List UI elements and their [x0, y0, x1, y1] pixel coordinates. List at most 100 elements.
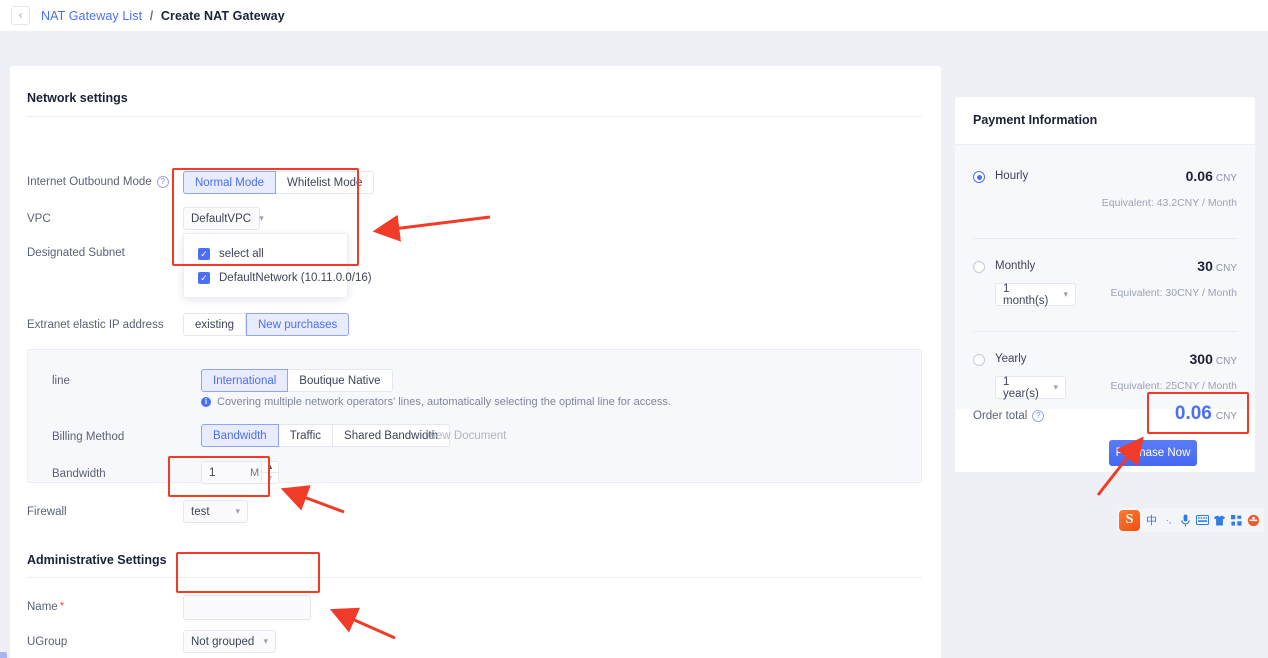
breadcrumb-current: Create NAT Gateway — [160, 8, 285, 23]
info-icon: i — [201, 397, 211, 407]
order-total-label: Order total? — [973, 410, 1045, 422]
breadcrumb-separator: / — [149, 8, 154, 23]
firewall-select[interactable]: test ▾ — [183, 500, 248, 523]
name-label: Name * — [27, 601, 65, 613]
keyboard-icon[interactable] — [1194, 510, 1211, 530]
apps-icon[interactable] — [1228, 510, 1245, 530]
chevron-left-icon: ‹ — [18, 9, 23, 21]
caret-up-icon[interactable]: ▲ — [262, 462, 278, 472]
apps-glyph — [1231, 514, 1242, 526]
microphone-icon[interactable] — [1177, 510, 1194, 530]
divider — [973, 238, 1237, 239]
plan-price: 0.06 CNY — [1186, 168, 1237, 186]
eip-tabs: existing New purchases — [183, 313, 350, 336]
monthly-duration-select[interactable]: 1 month(s) ▾ — [995, 282, 1076, 307]
plan-name: Monthly — [995, 260, 1036, 272]
radio-hourly[interactable] — [973, 171, 985, 183]
payment-card: Payment Information Hourly 0.06 CNY Equiv… — [955, 97, 1255, 472]
name-input[interactable] — [183, 595, 311, 620]
line-note: i Covering multiple network operators' l… — [201, 396, 671, 408]
outbound-mode-option-normal[interactable]: Normal Mode — [183, 171, 277, 194]
ugroup-label: UGroup — [27, 636, 68, 648]
subnet-option-select-all[interactable]: ✓ select all — [184, 242, 347, 266]
plan-equivalent: Equivalent: 30CNY / Month — [1110, 287, 1237, 299]
chevron-down-icon: ▾ — [1063, 289, 1068, 299]
skin-icon[interactable] — [1211, 510, 1228, 530]
subnet-option-default-network[interactable]: ✓ DefaultNetwork (10.11.0.0/16) — [184, 266, 372, 290]
ugroup-select[interactable]: Not grouped ▾ — [183, 630, 276, 653]
punctuation-icon[interactable]: ·, — [1160, 510, 1177, 530]
vpc-select-value: DefaultVPC — [191, 212, 252, 225]
designated-subnet-label: Designated Subnet — [27, 247, 125, 259]
outbound-mode-tabs: Normal Mode Whitelist Mode — [183, 171, 375, 194]
yearly-duration-value: 1 year(s) — [1003, 375, 1039, 400]
keyboard-glyph — [1196, 515, 1209, 525]
plan-price-currency: CNY — [1215, 263, 1237, 274]
required-asterisk: * — [59, 601, 65, 613]
payment-header: Payment Information — [955, 97, 1255, 145]
settings-icon[interactable] — [1245, 510, 1262, 530]
chevron-down-icon: ▾ — [263, 636, 268, 646]
plan-price-value: 30 — [1197, 258, 1213, 274]
line-note-text: Covering multiple network operators' lin… — [217, 396, 671, 408]
monthly-duration-value: 1 month(s) — [1003, 282, 1049, 307]
checkbox-checked-icon[interactable]: ✓ — [198, 248, 210, 260]
form-card: Network settings Internet Outbound Mode?… — [10, 66, 941, 658]
billing-method-label: Billing Method — [52, 431, 125, 443]
network-settings-title: Network settings — [27, 91, 128, 105]
radio-monthly[interactable] — [973, 261, 985, 273]
chinese-mode-icon[interactable]: 中 — [1143, 510, 1160, 530]
plan-hourly[interactable]: Hourly 0.06 CNY Equivalent: 43.2CNY / Mon… — [955, 167, 1255, 223]
line-option-international[interactable]: International — [201, 369, 289, 392]
billing-option-bandwidth[interactable]: Bandwidth — [201, 424, 279, 447]
payment-plans: Hourly 0.06 CNY Equivalent: 43.2CNY / Mon… — [955, 145, 1255, 409]
bandwidth-stepper: M ▲ ▼ — [201, 461, 280, 484]
breadcrumb: NAT Gateway List / Create NAT Gateway — [41, 9, 285, 23]
page-body: Network settings Internet Outbound Mode?… — [0, 31, 1268, 658]
breadcrumb-parent-link[interactable]: NAT Gateway List — [41, 9, 142, 23]
tshirt-glyph — [1214, 515, 1225, 525]
sogou-logo-icon[interactable]: S — [1119, 509, 1140, 531]
payment-footer: Order total? 0.06 CNY Purchase Now — [955, 403, 1255, 472]
divider — [27, 116, 922, 117]
back-button[interactable]: ‹ — [11, 6, 30, 25]
plan-price-currency: CNY — [1215, 173, 1237, 184]
view-document-link[interactable]: View Document — [426, 430, 506, 442]
radio-yearly[interactable] — [973, 354, 985, 366]
side-handle[interactable] — [0, 652, 7, 658]
payment-title: Payment Information — [973, 113, 1098, 127]
divider — [973, 331, 1237, 332]
administrative-settings-title: Administrative Settings — [27, 553, 167, 567]
eip-label: Extranet elastic IP address — [27, 319, 164, 331]
bandwidth-label: Bandwidth — [52, 468, 106, 480]
vpc-select[interactable]: DefaultVPC ▾ — [183, 207, 264, 230]
plan-equivalent: Equivalent: 43.2CNY / Month — [1101, 197, 1237, 209]
checkbox-checked-icon[interactable]: ✓ — [198, 272, 210, 284]
subnet-dropdown-panel: ✓ select all ✓ DefaultNetwork (10.11.0.0… — [183, 233, 372, 298]
plan-price-currency: CNY — [1215, 356, 1237, 367]
yearly-duration-select[interactable]: 1 year(s) ▾ — [995, 375, 1066, 400]
order-total-currency: CNY — [1215, 411, 1237, 422]
eip-option-new-purchases[interactable]: New purchases — [246, 313, 350, 336]
settings-glyph — [1247, 514, 1260, 526]
purchase-now-button[interactable]: Purchase Now — [1109, 440, 1197, 466]
firewall-select-value: test — [191, 505, 210, 518]
eip-config-panel: line International Boutique Native i Cov… — [27, 349, 922, 484]
subnet-option-label: DefaultNetwork (10.11.0.0/16) — [219, 272, 372, 284]
bandwidth-input[interactable] — [202, 462, 250, 483]
subnet-option-label: select all — [219, 248, 264, 260]
billing-option-traffic[interactable]: Traffic — [278, 424, 334, 447]
billing-method-tabs: Bandwidth Traffic Shared Bandwidth — [201, 424, 451, 447]
order-total-value: 0.06 — [1174, 403, 1212, 424]
question-circle-icon[interactable]: ? — [156, 176, 169, 188]
eip-option-existing[interactable]: existing — [183, 313, 246, 336]
chevron-down-icon: ▾ — [1053, 382, 1058, 392]
chevron-down-icon: ▾ — [235, 506, 240, 516]
question-circle-icon[interactable]: ? — [1032, 410, 1045, 422]
outbound-mode-option-whitelist[interactable]: Whitelist Mode — [276, 171, 375, 194]
plan-price-value: 300 — [1189, 351, 1213, 367]
plan-price: 300 CNY — [1190, 351, 1237, 369]
plan-monthly[interactable]: Monthly 30 CNY 1 month(s) ▾ Equivalent: 3… — [955, 257, 1255, 319]
line-option-boutique-native[interactable]: Boutique Native — [288, 369, 393, 392]
caret-down-icon[interactable]: ▼ — [262, 472, 279, 483]
